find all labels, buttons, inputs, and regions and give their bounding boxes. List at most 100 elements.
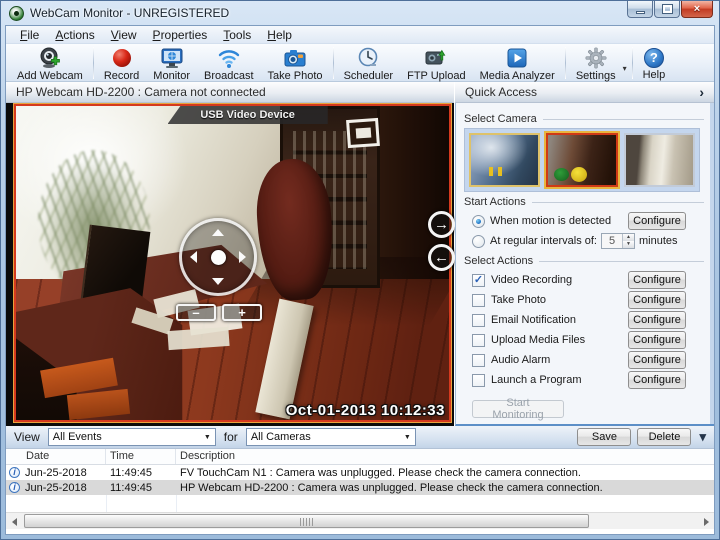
configure-upload-button[interactable]: Configure (628, 331, 686, 349)
column-time[interactable]: Time (106, 449, 176, 464)
configure-take-photo-button[interactable]: Configure (628, 291, 686, 309)
toolbar-separator (632, 47, 633, 79)
configure-video-recording-button[interactable]: Configure (628, 271, 686, 289)
configure-email-button[interactable]: Configure (628, 311, 686, 329)
interval-value[interactable]: 5 (602, 234, 622, 248)
event-type-select[interactable]: All Events ▼ (48, 428, 216, 446)
audio-alarm-label: Audio Alarm (491, 354, 550, 366)
tool-label: Settings (576, 70, 616, 82)
launch-program-checkbox[interactable] (472, 374, 485, 387)
toolbar-separator (93, 47, 94, 79)
delete-button[interactable]: Delete (637, 428, 691, 446)
event-date: Jun-25-2018 (23, 467, 106, 479)
menu-help[interactable]: Help (259, 27, 300, 43)
help-button[interactable]: ? Help (636, 45, 673, 81)
upload-media-checkbox[interactable] (472, 334, 485, 347)
record-button[interactable]: Record (97, 45, 146, 81)
column-date[interactable]: Date (22, 449, 106, 464)
horizontal-scrollbar[interactable] (6, 512, 714, 529)
motion-detected-radio[interactable] (472, 215, 485, 228)
title-bar[interactable]: WebCam Monitor - UNREGISTERED × (1, 1, 719, 25)
menu-actions[interactable]: Actions (47, 27, 102, 43)
window-title: WebCam Monitor - UNREGISTERED (30, 6, 229, 20)
media-analyzer-button[interactable]: Media Analyzer (473, 45, 562, 81)
close-button[interactable]: × (681, 1, 713, 18)
zoom-in-button[interactable]: + (222, 304, 262, 321)
scroll-left-button[interactable] (6, 514, 22, 529)
camera-thumbnail-3[interactable] (624, 133, 695, 187)
menu-file[interactable]: File (12, 27, 47, 43)
email-notification-label: Email Notification (491, 314, 576, 326)
pan-down-icon[interactable] (212, 278, 224, 285)
previous-camera-button[interactable]: ← (428, 244, 455, 271)
status-strip (6, 529, 714, 534)
settings-button[interactable]: Settings (569, 45, 623, 82)
pan-right-icon[interactable] (239, 251, 246, 263)
audio-alarm-checkbox[interactable] (472, 354, 485, 367)
ftp-upload-button[interactable]: FTP Upload (400, 45, 473, 81)
configure-audio-alarm-button[interactable]: Configure (628, 351, 686, 369)
add-webcam-button[interactable]: Add Webcam (10, 45, 90, 81)
event-row[interactable]: i Jun-25-2018 11:49:45 HP Webcam HD-2200… (6, 480, 714, 495)
event-time: 11:49:45 (106, 467, 176, 479)
email-notification-checkbox[interactable] (472, 314, 485, 327)
save-button[interactable]: Save (577, 428, 631, 446)
info-icon: i (9, 467, 20, 478)
start-monitoring-button[interactable]: Start Monitoring (472, 400, 564, 418)
take-photo-checkbox[interactable] (472, 294, 485, 307)
tool-label: Help (643, 69, 666, 81)
scroll-right-button[interactable] (698, 514, 714, 529)
scrollbar-thumb[interactable] (24, 514, 589, 528)
video-pane: USB Video Device – + → ← Oct-01-2013 10:… (6, 103, 454, 426)
quick-access-header[interactable]: Quick Access › (455, 82, 714, 103)
monitor-button[interactable]: Monitor (146, 45, 197, 81)
interval-spinner[interactable]: 5 ▲ ▼ (601, 233, 635, 249)
scroll-right-icon (704, 518, 709, 526)
camera-filter-select[interactable]: All Cameras ▼ (246, 428, 416, 446)
dropdown-arrow-icon[interactable]: ▼ (400, 429, 415, 445)
pan-up-icon[interactable] (212, 229, 224, 236)
configure-launch-program-button[interactable]: Configure (628, 371, 686, 389)
event-row[interactable]: i Jun-25-2018 11:49:45 FV TouchCam N1 : … (6, 465, 714, 480)
minimize-button[interactable] (627, 1, 653, 18)
status-dot-green (554, 168, 569, 181)
menu-properties[interactable]: Properties (145, 27, 216, 43)
start-actions-label: Start Actions (464, 196, 704, 208)
ftp-upload-icon (423, 46, 449, 70)
quick-access-title: Quick Access (465, 85, 537, 99)
app-logo-icon (9, 6, 24, 21)
spinner-up-icon[interactable]: ▲ (623, 234, 634, 241)
menu-tools[interactable]: Tools (215, 27, 259, 43)
collapse-panel-icon[interactable]: › (699, 84, 704, 100)
pan-tilt-control[interactable] (179, 218, 257, 296)
camera-thumbnail-1[interactable] (469, 133, 540, 187)
toolbar-separator (333, 47, 334, 79)
settings-dropdown-icon[interactable]: ▾ (623, 64, 627, 73)
play-icon (505, 46, 529, 70)
camera-preview[interactable]: USB Video Device – + → ← Oct-01-2013 10:… (14, 104, 451, 422)
scheduler-button[interactable]: Scheduler (337, 45, 401, 81)
view-label: View (14, 430, 40, 444)
video-recording-checkbox[interactable]: ✓ (472, 274, 485, 287)
next-camera-button[interactable]: → (428, 211, 455, 238)
maximize-button[interactable] (654, 1, 680, 18)
camera-thumbnail-2-selected[interactable] (546, 133, 617, 187)
menu-view[interactable]: View (103, 27, 145, 43)
regular-intervals-radio[interactable] (472, 235, 485, 248)
configure-motion-button[interactable]: Configure (628, 212, 686, 230)
dropdown-arrow-icon[interactable]: ▼ (200, 429, 215, 445)
spinner-down-icon[interactable]: ▼ (623, 241, 634, 248)
tool-label: Add Webcam (17, 70, 83, 82)
take-photo-button[interactable]: Take Photo (261, 45, 330, 81)
zoom-out-button[interactable]: – (176, 304, 216, 321)
for-label: for (224, 430, 238, 444)
pan-left-icon[interactable] (190, 251, 197, 263)
column-description[interactable]: Description (176, 449, 714, 464)
broadcast-button[interactable]: Broadcast (197, 45, 261, 81)
expand-events-icon[interactable]: ▾ (699, 432, 706, 442)
scrollbar-grip-icon (300, 518, 314, 526)
monitor-icon (159, 46, 185, 70)
regular-intervals-label: At regular intervals of: (490, 235, 597, 247)
pan-center-icon[interactable] (211, 250, 226, 265)
tool-label: FTP Upload (407, 70, 466, 82)
